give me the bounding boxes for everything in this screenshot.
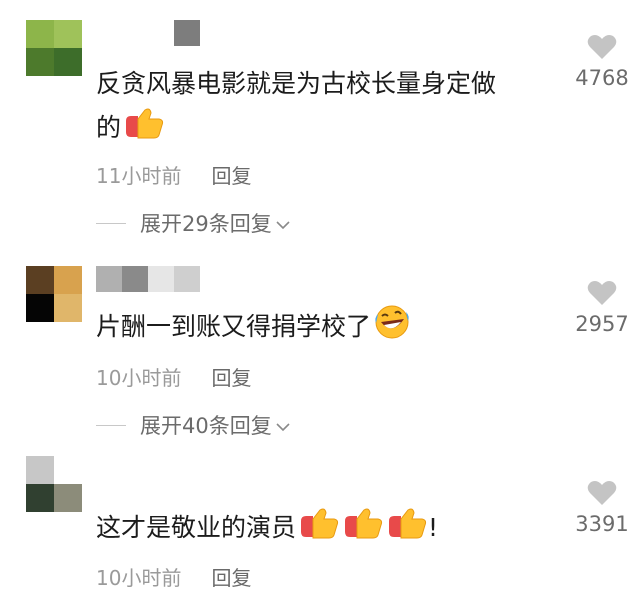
username-block bbox=[148, 266, 174, 292]
thumbs-up-emoji-icon bbox=[342, 507, 384, 541]
avatar-pixel bbox=[26, 266, 54, 294]
avatar-pixel bbox=[54, 266, 82, 294]
avatar-pixel bbox=[54, 484, 82, 512]
avatar-pixel bbox=[54, 294, 82, 322]
like-count: 4768 bbox=[575, 66, 629, 90]
comment-text: 反贪风暴电影就是为古校长量身定做 的 bbox=[96, 62, 566, 150]
expand-replies-label: 展开29条回复 bbox=[140, 212, 272, 236]
comment-text-line: 这才是敬业的演员 bbox=[96, 513, 297, 542]
comment-text-tail: ! bbox=[428, 513, 439, 542]
comment-time: 10小时前 bbox=[96, 566, 182, 590]
avatar-pixel bbox=[54, 20, 82, 48]
comment-text-line: 的 bbox=[96, 113, 122, 142]
comment-text: 这才是敬业的演员 ! bbox=[96, 506, 566, 550]
avatar-pixel bbox=[26, 20, 54, 48]
avatar-pixel bbox=[26, 48, 54, 76]
avatar-pixel bbox=[54, 48, 82, 76]
avatar[interactable] bbox=[26, 456, 82, 512]
username-block bbox=[174, 266, 200, 292]
reply-button[interactable]: 回复 bbox=[211, 362, 251, 391]
expand-replies-button[interactable]: 展开29条回复 bbox=[96, 208, 290, 238]
like-button[interactable]: 3391 bbox=[568, 480, 636, 536]
avatar[interactable] bbox=[26, 20, 82, 76]
rolling-laughing-emoji-icon bbox=[373, 304, 411, 340]
comment-time: 10小时前 bbox=[96, 366, 182, 390]
comment-meta: 11小时前 回复 bbox=[96, 160, 251, 189]
comment-text-line: 反贪风暴电影就是为古校长量身定做 bbox=[96, 69, 497, 98]
avatar-pixel bbox=[26, 484, 54, 512]
comment-meta: 10小时前 回复 bbox=[96, 362, 251, 391]
reply-button[interactable]: 回复 bbox=[211, 160, 251, 189]
username-redacted[interactable] bbox=[96, 266, 200, 292]
expand-replies-button[interactable]: 展开40条回复 bbox=[96, 410, 290, 440]
thumbs-up-emoji-icon bbox=[386, 507, 428, 541]
avatar-pixel bbox=[54, 456, 82, 484]
like-count: 2957 bbox=[575, 312, 629, 336]
chevron-down-icon bbox=[276, 211, 290, 235]
comment-time: 11小时前 bbox=[96, 164, 182, 188]
thumbs-up-emoji-icon bbox=[298, 507, 340, 541]
thumbs-up-emoji-icon bbox=[123, 107, 165, 141]
divider-line bbox=[96, 424, 126, 426]
heart-icon bbox=[587, 35, 617, 59]
username-redacted[interactable] bbox=[96, 20, 200, 46]
username-block bbox=[122, 20, 148, 46]
reply-button[interactable]: 回复 bbox=[211, 562, 251, 591]
divider-line bbox=[96, 222, 126, 224]
comment-feed: 反贪风暴电影就是为古校长量身定做 的 11小时前 回复 展开29条回复 4768 bbox=[0, 0, 640, 591]
avatar[interactable] bbox=[26, 266, 82, 322]
username-block bbox=[96, 20, 122, 46]
comment-meta: 10小时前 回复 bbox=[96, 562, 251, 591]
avatar-pixel bbox=[26, 456, 54, 484]
chevron-down-icon bbox=[276, 413, 290, 437]
expand-replies-label: 展开40条回复 bbox=[140, 414, 272, 438]
username-block bbox=[174, 20, 200, 46]
username-block bbox=[122, 266, 148, 292]
like-button[interactable]: 2957 bbox=[568, 280, 636, 336]
comment-text-line: 片酬一到账又得捐学校了 bbox=[96, 312, 372, 341]
avatar-pixel bbox=[26, 294, 54, 322]
heart-icon bbox=[587, 481, 617, 505]
like-button[interactable]: 4768 bbox=[568, 34, 636, 90]
heart-icon bbox=[587, 281, 617, 305]
comment-text: 片酬一到账又得捐学校了 bbox=[96, 304, 566, 349]
username-block bbox=[96, 266, 122, 292]
like-count: 3391 bbox=[575, 512, 629, 536]
username-block bbox=[148, 20, 174, 46]
